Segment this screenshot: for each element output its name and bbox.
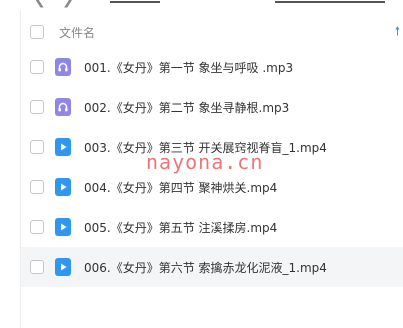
row-checkbox[interactable] — [30, 140, 44, 154]
video-file-icon — [55, 218, 71, 236]
row-checkbox[interactable] — [30, 60, 44, 74]
file-row[interactable]: 001.《女丹》第一节 象坐与呼吸 .mp3 — [21, 47, 403, 87]
file-row[interactable]: 005.《女丹》第五节 注溪揉房.mp4 — [21, 207, 403, 247]
file-name[interactable]: 006.《女丹》第六节 索擒赤龙化泥液_1.mp4 — [84, 259, 327, 276]
video-file-icon — [55, 138, 71, 156]
file-row[interactable]: 002.《女丹》第二节 象坐寻静根.mp3 — [21, 87, 403, 127]
video-file-icon — [55, 258, 71, 276]
audio-file-icon — [55, 58, 71, 76]
row-checkbox[interactable] — [30, 180, 44, 194]
file-name[interactable]: 002.《女丹》第二节 象坐寻静根.mp3 — [84, 99, 289, 116]
select-all-checkbox[interactable] — [30, 25, 44, 39]
back-arrow-icon[interactable]: ❮ — [34, 0, 46, 8]
file-row[interactable]: 006.《女丹》第六节 索擒赤龙化泥液_1.mp4 — [21, 247, 403, 287]
file-name[interactable]: 005.《女丹》第五节 注溪揉房.mp4 — [84, 219, 277, 236]
column-header-filename[interactable]: 文件名 — [59, 24, 95, 41]
forward-arrow-icon[interactable]: ❯ — [62, 0, 74, 8]
breadcrumb-current — [275, 0, 385, 3]
watermark: nayona.cn — [146, 150, 264, 174]
file-name[interactable]: 001.《女丹》第一节 象坐与呼吸 .mp3 — [84, 59, 293, 76]
breadcrumb[interactable] — [110, 0, 160, 3]
row-checkbox[interactable] — [30, 260, 44, 274]
file-name[interactable]: 004.《女丹》第四节 聚神烘关.mp4 — [84, 179, 277, 196]
video-file-icon — [55, 178, 71, 196]
audio-file-icon — [55, 98, 71, 116]
row-checkbox[interactable] — [30, 220, 44, 234]
top-navigation-bar: ❮ ❯ — [0, 0, 403, 10]
row-checkbox[interactable] — [30, 100, 44, 114]
file-list-header: 文件名 🠕 — [21, 20, 403, 44]
sort-ascending-icon[interactable]: 🠕 — [395, 22, 400, 43]
